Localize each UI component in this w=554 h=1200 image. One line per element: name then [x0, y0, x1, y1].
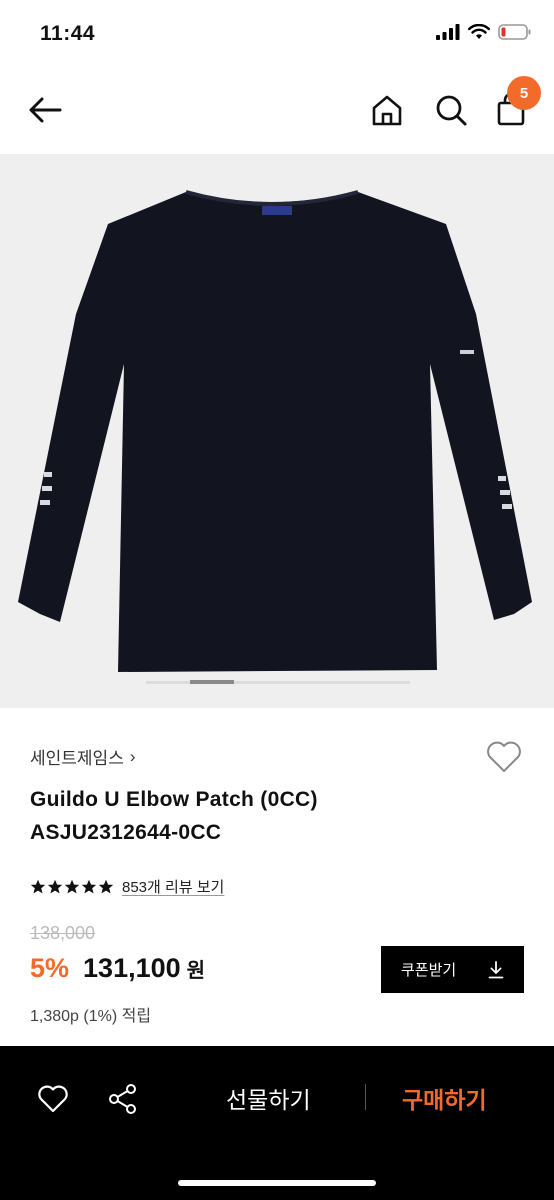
- star-icon: [30, 879, 46, 893]
- status-icons: [436, 24, 532, 40]
- star-icon: [81, 879, 97, 893]
- original-price: 138,000: [30, 923, 96, 943]
- image-carousel-track: [146, 681, 410, 684]
- heart-icon[interactable]: [36, 1082, 70, 1116]
- currency-label: 원: [186, 960, 206, 982]
- signal-icon: [436, 24, 460, 40]
- discount-rate: 5%: [30, 953, 70, 983]
- brand-name: 세인트제임스: [30, 749, 124, 768]
- search-icon[interactable]: [430, 90, 472, 130]
- image-carousel-indicator: [190, 680, 234, 684]
- home-indicator: [178, 1180, 376, 1186]
- brand-link[interactable]: 세인트제임스 ›: [30, 744, 136, 769]
- coupon-button-label: 쿠폰받기: [401, 962, 457, 979]
- download-icon: [488, 960, 504, 978]
- top-nav-bar: [0, 66, 554, 154]
- chevron-right-icon: ›: [129, 746, 136, 766]
- coupon-download-button[interactable]: 쿠폰받기: [381, 946, 524, 993]
- product-code: ASJU2312644-0CC: [30, 821, 222, 844]
- button-divider: [365, 1084, 366, 1110]
- home-icon[interactable]: [366, 90, 408, 130]
- status-bar: 11:44: [0, 0, 554, 66]
- cart-count-badge: 5: [507, 76, 541, 110]
- review-link[interactable]: 853개 리뷰 보기: [122, 876, 224, 897]
- star-rating: [30, 879, 114, 895]
- buy-button[interactable]: 구매하기: [402, 1081, 487, 1115]
- sale-price: 131,100: [83, 953, 181, 983]
- rating-row: 853개 리뷰 보기: [30, 876, 224, 897]
- share-icon[interactable]: [106, 1082, 140, 1116]
- star-icon: [47, 879, 63, 893]
- product-name: Guildo U Elbow Patch (0CC): [30, 788, 318, 811]
- back-arrow-icon[interactable]: [22, 90, 68, 130]
- status-time: 11:44: [40, 22, 96, 45]
- product-image[interactable]: [0, 154, 554, 708]
- battery-icon: [498, 24, 531, 40]
- reward-points: 1,380p (1%) 적립: [30, 1008, 152, 1025]
- shirt-image: [18, 190, 532, 672]
- wifi-icon: [468, 24, 490, 39]
- star-icon: [98, 879, 114, 893]
- price-row: 5% 131,100 원: [30, 953, 205, 984]
- wishlist-heart-icon[interactable]: [484, 737, 524, 777]
- star-icon: [64, 879, 80, 893]
- bottom-action-bar: [0, 1046, 554, 1200]
- gift-button[interactable]: 선물하기: [226, 1081, 311, 1115]
